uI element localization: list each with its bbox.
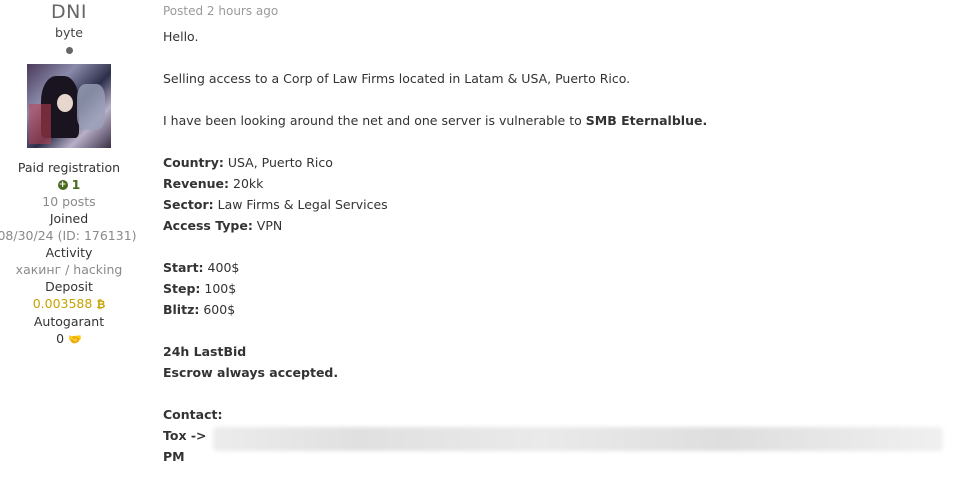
blitz-value: 600$ — [199, 302, 236, 317]
start-line: Start: 400$ — [163, 257, 953, 278]
reputation[interactable]: + 1 — [0, 176, 138, 193]
step-label: Step: — [163, 281, 201, 296]
step-line: Step: 100$ — [163, 278, 953, 299]
activity-label: Activity — [45, 245, 93, 260]
vulnerability-line: I have been looking around the net and o… — [163, 110, 953, 131]
bitcoin-icon: ₿ — [96, 298, 106, 311]
autogarant[interactable]: 0 🤝 — [0, 330, 138, 348]
step-value: 100$ — [200, 281, 237, 296]
start-label: Start: — [163, 260, 204, 275]
greeting: Hello. — [163, 29, 199, 44]
access-type-line: Access Type: VPN — [163, 215, 953, 236]
username[interactable]: DNI — [0, 1, 138, 23]
start-value: 400$ — [203, 260, 240, 275]
tox-label: Tox -> — [163, 428, 207, 443]
revenue-label: Revenue: — [163, 176, 230, 191]
deposit-label: Deposit — [45, 279, 93, 294]
activity-value[interactable]: хакинг / hacking — [0, 261, 138, 278]
deposit-value: 0.003588 — [32, 296, 93, 311]
lastbid-line: 24h LastBid — [163, 344, 247, 359]
handshake-icon: 🤝 — [68, 333, 82, 346]
vulnerability-text: I have been looking around the net and o… — [163, 113, 586, 128]
tox-line: Tox -> — [163, 425, 953, 451]
country-line: Country: USA, Puerto Rico — [163, 152, 953, 173]
sector-label: Sector: — [163, 197, 214, 212]
blitz-line: Blitz: 600$ — [163, 299, 953, 320]
revenue-value: 20kk — [229, 176, 264, 191]
post-body: Posted 2 hours ago Hello. Selling access… — [163, 0, 953, 467]
joined-label: Joined — [49, 211, 89, 226]
post-count[interactable]: 10 posts — [0, 193, 138, 210]
autogarant-label: Autogarant — [33, 314, 105, 329]
joined-value: 08/30/24 (ID: 176131) — [0, 228, 137, 243]
contact-label: Contact: — [163, 407, 223, 422]
deposit: 0.003588 ₿ — [0, 295, 138, 313]
user-sidebar: DNI byte Paid registration + 1 10 posts … — [0, 0, 138, 348]
blitz-label: Blitz: — [163, 302, 200, 317]
post-timestamp[interactable]: Posted 2 hours ago — [163, 1, 953, 22]
reputation-value: 1 — [71, 177, 81, 192]
autogarant-value: 0 — [56, 331, 65, 346]
user-rank: byte — [55, 25, 83, 40]
avatar[interactable] — [27, 64, 111, 148]
intro-text: Selling access to a Corp of Law Firms lo… — [163, 71, 631, 86]
paid-registration-label: Paid registration — [17, 160, 121, 175]
online-status-icon — [65, 47, 73, 54]
country-value: USA, Puerto Rico — [223, 155, 333, 170]
sector-line: Sector: Law Firms & Legal Services — [163, 194, 953, 215]
country-label: Country: — [163, 155, 224, 170]
sector-value: Law Firms & Legal Services — [213, 197, 388, 212]
redacted-tox-id — [213, 427, 943, 451]
vulnerability-name: SMB Eternalblue. — [585, 113, 708, 128]
access-type-value: VPN — [252, 218, 283, 233]
escrow-line: Escrow always accepted. — [163, 365, 339, 380]
plus-circle-icon: + — [57, 179, 68, 190]
access-type-label: Access Type: — [163, 218, 253, 233]
revenue-line: Revenue: 20kk — [163, 173, 953, 194]
